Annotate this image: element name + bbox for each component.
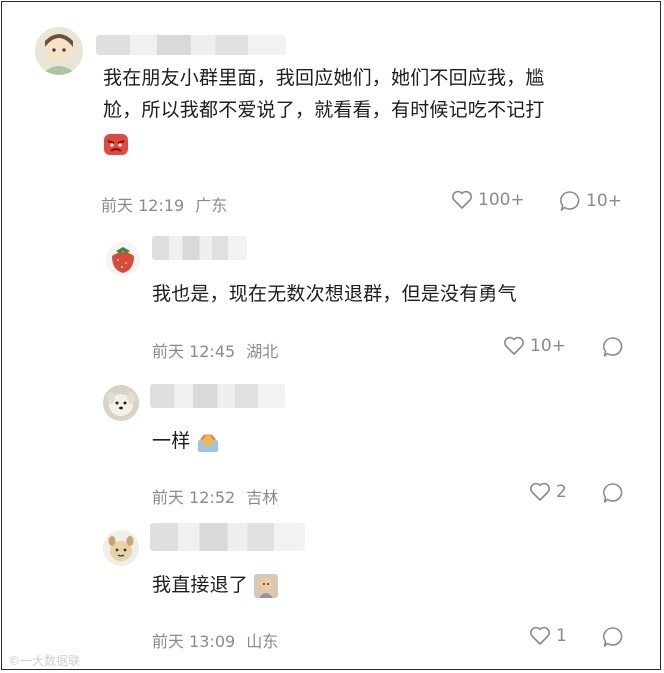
like-count: 2	[556, 482, 567, 502]
comment-text: 我直接退了	[152, 569, 279, 601]
comment-location: 吉林	[246, 488, 279, 507]
speech-bubble-icon	[603, 627, 623, 647]
comment-location: 广东	[195, 196, 228, 215]
comment-panel: 我在朋友小群里面，我回应她们，她们不回应我，尴 尬，所以我都不爱说了，就看看，有…	[1, 1, 661, 670]
watermark: ©一大数据联	[8, 654, 81, 668]
speech-bubble-icon	[603, 483, 623, 503]
comment-time: 前天 12:52	[152, 488, 236, 507]
comment-time: 前天 12:19	[101, 196, 185, 215]
speech-bubble-icon	[603, 337, 623, 357]
speech-bubble-icon	[560, 191, 580, 211]
heart-icon	[530, 626, 550, 645]
comment-text: 一样	[152, 425, 219, 457]
comment-meta: 前天 12:19 广东	[101, 192, 227, 216]
comment-location: 湖北	[246, 342, 279, 361]
comment-meta: 前天 12:45 湖北	[152, 338, 278, 362]
angry-face-emoji-icon	[104, 133, 128, 155]
like-button[interactable]: 2	[529, 482, 567, 502]
reply-button[interactable]	[602, 336, 624, 358]
like-button[interactable]: 100+	[451, 190, 525, 210]
comment-text: 我也是，现在无数次想退群，但是没有勇气	[152, 283, 517, 305]
user-avatar[interactable]	[103, 385, 139, 421]
blurred-username[interactable]	[150, 523, 305, 551]
sweat-emoji-icon	[197, 433, 218, 452]
avatar-illustration-icon	[35, 27, 83, 75]
comment-text: 我在朋友小群里面，我回应她们，她们不回应我，尴 尬，所以我都不爱说了，就看看，有…	[103, 62, 623, 160]
user-avatar[interactable]	[103, 530, 139, 566]
comment-meta: 前天 12:52 吉林	[152, 484, 278, 508]
reply-button[interactable]	[602, 626, 624, 648]
comment-time: 前天 12:45	[152, 342, 236, 361]
reply-button[interactable]	[602, 482, 624, 504]
blurred-username[interactable]	[150, 384, 285, 408]
comment-time: 前天 13:09	[152, 632, 236, 651]
sticker-image-icon	[254, 573, 279, 598]
blurred-username[interactable]	[152, 236, 247, 260]
like-count: 100+	[478, 190, 525, 210]
dog-avatar-icon	[103, 385, 139, 421]
cartoon-animal-avatar-icon	[103, 530, 139, 566]
heart-icon	[530, 482, 550, 501]
strawberry-avatar-icon	[106, 242, 140, 276]
comment-location: 山东	[246, 632, 279, 651]
heart-icon	[504, 336, 524, 355]
like-button[interactable]: 10+	[503, 336, 566, 356]
blurred-username[interactable]	[96, 35, 286, 55]
reply-button[interactable]: 10+	[559, 190, 622, 212]
user-avatar[interactable]	[106, 242, 140, 276]
comment-meta: 前天 13:09 山东	[152, 628, 278, 652]
like-button[interactable]: 1	[529, 626, 567, 646]
like-count: 1	[556, 626, 567, 646]
reply-count: 10+	[586, 191, 622, 211]
user-avatar[interactable]	[35, 27, 83, 75]
like-count: 10+	[530, 336, 566, 356]
heart-icon	[452, 190, 472, 209]
